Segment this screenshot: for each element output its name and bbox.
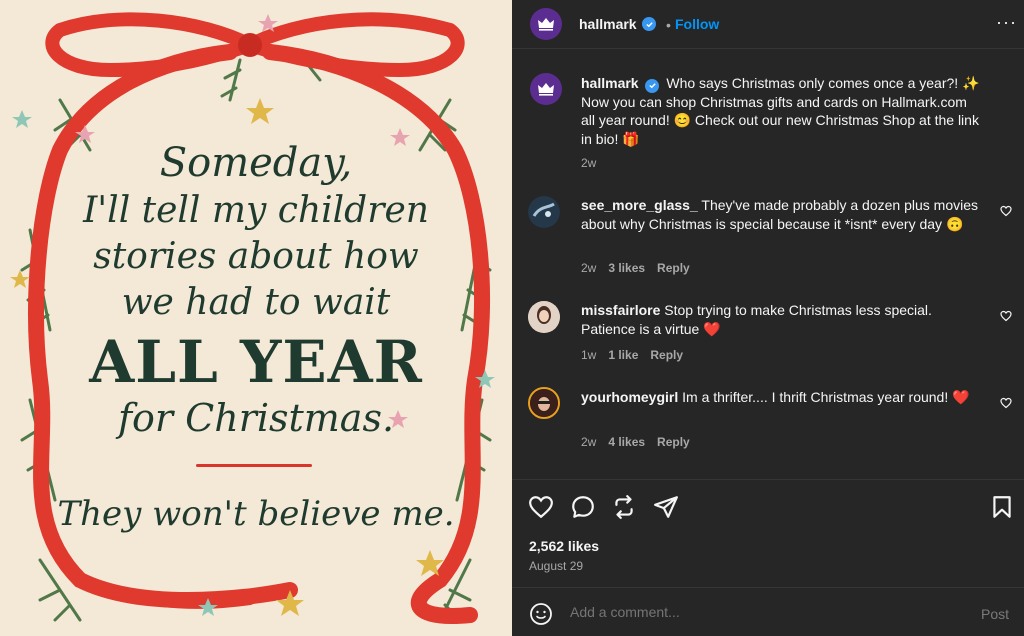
crown-icon — [538, 83, 554, 96]
post-date: August 29 — [529, 559, 584, 573]
comment-text: see_more_glass_ They've made probably a … — [581, 196, 981, 233]
reply-button[interactable]: Reply — [650, 348, 683, 362]
comment-likes[interactable]: 4 likes — [608, 435, 645, 449]
comment-bubble-icon[interactable] — [570, 494, 596, 520]
comment-username[interactable]: see_more_glass_ — [581, 197, 698, 213]
add-comment-input[interactable] — [570, 604, 950, 620]
hallmark-avatar[interactable] — [530, 8, 562, 40]
like-heart-icon[interactable] — [528, 494, 554, 520]
card-divider — [196, 464, 312, 467]
card-line-children: I'll tell my children — [83, 190, 429, 231]
like-comment-heart-icon[interactable] — [1000, 310, 1012, 322]
comment-likes[interactable]: 3 likes — [608, 261, 645, 275]
post-image: Someday, I'll tell my children stories a… — [0, 0, 512, 636]
caption-meta: 2w — [581, 156, 608, 170]
separator-dot: • — [666, 17, 671, 33]
card-line-all-year: ALL YEAR — [89, 328, 423, 396]
header-username[interactable]: hallmark — [579, 16, 637, 32]
caption-username[interactable]: hallmark — [581, 75, 639, 91]
likes-count[interactable]: 2,562 likes — [529, 538, 599, 554]
reply-button[interactable]: Reply — [657, 435, 690, 449]
card-line-someday: Someday, — [159, 140, 353, 186]
comment-text: yourhomeygirl Im a thrifter.... I thrift… — [581, 388, 981, 407]
comment-likes[interactable]: 1 like — [608, 348, 638, 362]
verified-badge-icon — [642, 17, 656, 31]
card-line-stories: stories about how — [93, 236, 419, 277]
comment-meta: 2w 3 likes Reply — [581, 261, 702, 275]
more-options-icon[interactable]: ··· — [996, 12, 1017, 33]
post-detail-panel: hallmark • Follow ··· hallmark Who says … — [512, 0, 1024, 636]
commenter-avatar[interactable] — [528, 301, 560, 333]
emoji-smiley-icon[interactable] — [529, 602, 553, 626]
comment-time: 1w — [581, 348, 597, 362]
caption-time: 2w — [581, 156, 597, 170]
commenter-avatar[interactable] — [528, 387, 560, 419]
post-header: hallmark • Follow ··· — [512, 0, 1024, 48]
comment-time: 2w — [581, 435, 597, 449]
share-send-icon[interactable] — [653, 494, 679, 520]
like-comment-heart-icon[interactable] — [1000, 205, 1012, 217]
repost-icon[interactable] — [611, 494, 637, 520]
card-line-wait: we had to wait — [121, 282, 391, 323]
comment-body: Im a thrifter.... I thrift Christmas yea… — [682, 389, 970, 405]
caption-avatar[interactable] — [530, 73, 562, 105]
follow-button[interactable]: Follow — [675, 16, 719, 32]
caption-body: Who says Christmas only comes once a yea… — [581, 75, 980, 147]
like-comment-heart-icon[interactable] — [1000, 397, 1012, 409]
caption-text: hallmark Who says Christmas only comes o… — [581, 74, 981, 148]
comment-divider — [512, 587, 1024, 588]
comment-time: 2w — [581, 261, 597, 275]
crown-icon — [538, 18, 554, 31]
comment-username[interactable]: missfairlore — [581, 302, 660, 318]
verified-badge-icon — [645, 78, 660, 93]
save-bookmark-icon[interactable] — [989, 494, 1015, 520]
post-comment-button[interactable]: Post — [981, 606, 1009, 622]
comment-text: missfairlore Stop trying to make Christm… — [581, 301, 981, 338]
card-line-believe: They won't believe me. — [57, 494, 455, 534]
reply-button[interactable]: Reply — [657, 261, 690, 275]
comment-username[interactable]: yourhomeygirl — [581, 389, 678, 405]
comments-list[interactable]: hallmark Who says Christmas only comes o… — [512, 49, 1024, 479]
comment-meta: 1w 1 like Reply — [581, 348, 695, 362]
commenter-avatar[interactable] — [528, 196, 560, 228]
comment-meta: 2w 4 likes Reply — [581, 435, 702, 449]
card-line-christmas: for Christmas. — [117, 396, 395, 440]
actions-divider — [512, 479, 1024, 480]
